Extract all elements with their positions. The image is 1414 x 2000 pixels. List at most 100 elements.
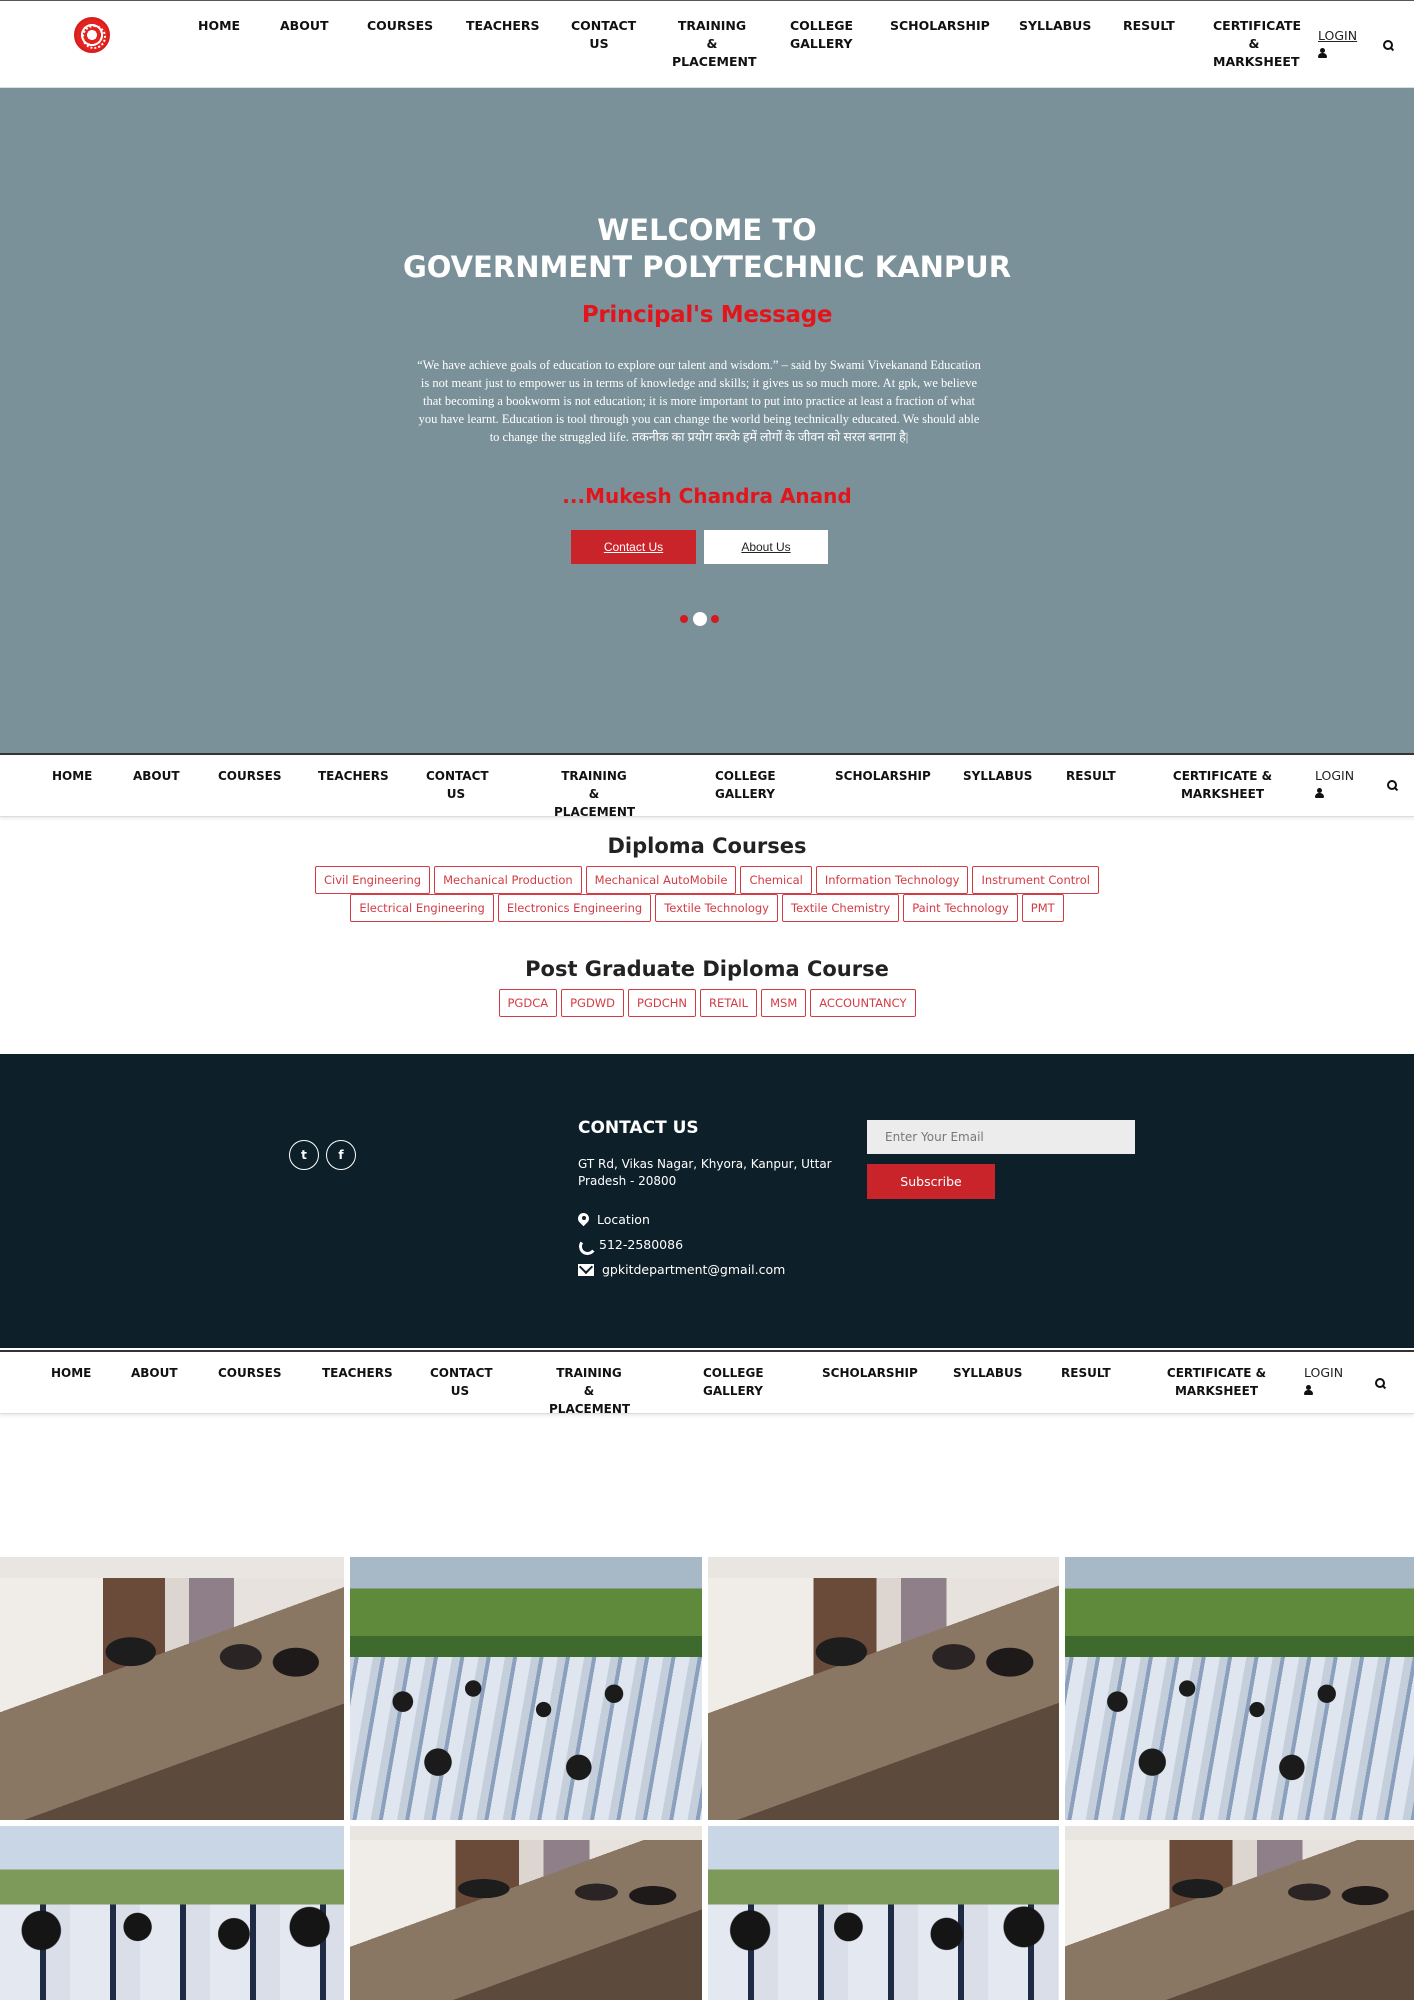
pg-diploma-title: Post Graduate Diploma Course: [525, 957, 889, 981]
login-link[interactable]: LOGIN: [1315, 767, 1354, 803]
course-tag[interactable]: PGDCA: [498, 989, 558, 1017]
login-link[interactable]: LOGIN: [1304, 1364, 1343, 1400]
carousel-dot-1[interactable]: [680, 615, 688, 623]
user-icon: [1318, 48, 1327, 58]
footer-location-row[interactable]: Location: [578, 1212, 650, 1227]
office-meeting-photo[interactable]: [350, 1826, 702, 2000]
carousel-dot-3[interactable]: [711, 615, 719, 623]
nav-certificate-marksheet[interactable]: CERTIFICATE & MARKSHEET: [1170, 767, 1275, 803]
nav-about[interactable]: ABOUT: [133, 767, 180, 785]
nav-contact-us[interactable]: CONTACT US: [426, 767, 489, 803]
nav-home[interactable]: HOME: [52, 767, 92, 785]
course-tag[interactable]: Paint Technology: [903, 894, 1018, 922]
twitter-icon[interactable]: t: [289, 1140, 319, 1170]
footer-location-label: Location: [597, 1212, 650, 1227]
nav-training-placement[interactable]: TRAINING & PLACEMENT: [672, 17, 756, 71]
nav-home[interactable]: HOME: [51, 1364, 91, 1382]
nav-syllabus[interactable]: SYLLABUS: [963, 767, 1032, 785]
course-tag[interactable]: RETAIL: [700, 989, 758, 1017]
office-meeting-photo[interactable]: [708, 1557, 1059, 1820]
carousel-dot-2-active[interactable]: [693, 612, 707, 626]
nav-result[interactable]: RESULT: [1061, 1364, 1111, 1382]
top-header: HOME ABOUT COURSES TEACHERS CONTACT US T…: [0, 0, 1414, 88]
course-tag[interactable]: PGDWD: [561, 989, 625, 1017]
contact-us-button[interactable]: Contact Us: [571, 530, 696, 564]
course-tag[interactable]: Information Technology: [815, 866, 969, 894]
principal-message-text: “We have achieve goals of education to e…: [417, 358, 981, 444]
user-icon: [1304, 1385, 1313, 1395]
course-tag[interactable]: MSM: [761, 989, 807, 1017]
login-link[interactable]: LOGIN: [1318, 27, 1357, 63]
students-group-photo[interactable]: [0, 1826, 344, 2000]
students-assembly-photo[interactable]: [350, 1557, 702, 1820]
nav-certificate-marksheet[interactable]: CERTIFICATE & MARKSHEET: [1213, 17, 1301, 71]
course-tag[interactable]: ACCOUNTANCY: [810, 989, 916, 1017]
search-icon[interactable]: [1375, 1378, 1386, 1389]
nav-contact-us[interactable]: CONTACT US: [571, 17, 636, 53]
subscribe-email-input[interactable]: [867, 1120, 1135, 1154]
nav-training-placement[interactable]: TRAINING & PLACEMENT: [554, 767, 635, 821]
carousel-indicators: [678, 612, 724, 626]
nav-about[interactable]: ABOUT: [280, 17, 329, 35]
mail-icon: [578, 1263, 594, 1276]
nav-syllabus[interactable]: SYLLABUS: [1019, 17, 1091, 35]
office-meeting-photo[interactable]: [1065, 1826, 1414, 2000]
students-assembly-photo[interactable]: [1065, 1557, 1414, 1820]
nav-courses[interactable]: COURSES: [218, 1364, 281, 1382]
office-meeting-photo[interactable]: [0, 1557, 344, 1820]
nav-courses[interactable]: COURSES: [218, 767, 281, 785]
pg-courses-row: PGDCA PGDWD PGDCHN RETAIL MSM ACCOUNTANC…: [0, 989, 1414, 1017]
nav-about[interactable]: ABOUT: [131, 1364, 178, 1382]
course-tag[interactable]: Chemical: [740, 866, 812, 894]
subscribe-button[interactable]: Subscribe: [867, 1164, 995, 1199]
login-label: LOGIN: [1304, 1365, 1344, 1380]
search-icon[interactable]: [1387, 780, 1398, 791]
nav-syllabus[interactable]: SYLLABUS: [953, 1364, 1022, 1382]
nav-training-placement[interactable]: TRAINING & PLACEMENT: [549, 1364, 630, 1418]
course-tag[interactable]: Textile Technology: [655, 894, 778, 922]
facebook-icon[interactable]: f: [326, 1140, 356, 1170]
nav-teachers[interactable]: TEACHERS: [322, 1364, 393, 1382]
sticky-nav-1: HOME ABOUT COURSES TEACHERS CONTACT US T…: [0, 753, 1414, 819]
nav-college-gallery[interactable]: COLLEGE GALLERY: [703, 1364, 764, 1400]
location-pin-icon: [578, 1213, 589, 1227]
nav-scholarship[interactable]: SCHOLARSHIP: [822, 1364, 918, 1382]
nav-certificate-marksheet[interactable]: CERTIFICATE & MARKSHEET: [1164, 1364, 1269, 1400]
course-tag[interactable]: Textile Chemistry: [782, 894, 900, 922]
nav-teachers[interactable]: TEACHERS: [466, 17, 540, 35]
course-tag[interactable]: Electrical Engineering: [350, 894, 494, 922]
students-group-photo[interactable]: [708, 1826, 1059, 2000]
phone-icon: [578, 1238, 591, 1251]
footer-phone-row[interactable]: 512-2580086: [578, 1237, 683, 1252]
nav-college-gallery[interactable]: COLLEGE GALLERY: [790, 17, 853, 53]
course-tag[interactable]: Mechanical AutoMobile: [585, 866, 737, 894]
course-tag[interactable]: PGDCHN: [628, 989, 697, 1017]
nav-contact-us[interactable]: CONTACT US: [430, 1364, 493, 1400]
diploma-courses-row-1: Civil Engineering Mechanical Production …: [0, 866, 1414, 894]
nav-result[interactable]: RESULT: [1123, 17, 1175, 35]
nav-teachers[interactable]: TEACHERS: [318, 767, 389, 785]
nav-scholarship[interactable]: SCHOLARSHIP: [890, 17, 990, 35]
hero-title: WELCOME TO GOVERNMENT POLYTECHNIC KANPUR: [0, 212, 1414, 286]
diploma-courses-row-2: Electrical Engineering Electronics Engin…: [0, 894, 1414, 922]
footer-phone: 512-2580086: [599, 1237, 684, 1252]
login-label: LOGIN: [1318, 28, 1358, 43]
nav-home[interactable]: HOME: [198, 17, 240, 35]
course-tag[interactable]: Mechanical Production: [434, 866, 582, 894]
nav-courses[interactable]: COURSES: [367, 17, 433, 35]
nav-result[interactable]: RESULT: [1066, 767, 1116, 785]
course-tag[interactable]: PMT: [1021, 894, 1064, 922]
search-icon[interactable]: [1383, 40, 1394, 51]
top-nav: HOME ABOUT COURSES TEACHERS CONTACT US T…: [0, 17, 1414, 77]
footer-contact-heading: CONTACT US: [578, 1118, 699, 1138]
footer-email-row[interactable]: gpkitdepartment@gmail.com: [578, 1262, 785, 1277]
nav-scholarship[interactable]: SCHOLARSHIP: [835, 767, 931, 785]
course-tag[interactable]: Civil Engineering: [315, 866, 431, 894]
about-us-button[interactable]: About Us: [704, 530, 828, 564]
diploma-courses-title: Diploma Courses: [607, 834, 807, 858]
course-tag[interactable]: Electronics Engineering: [497, 894, 652, 922]
course-tag[interactable]: Instrument Control: [972, 866, 1099, 894]
footer-address: GT Rd, Vikas Nagar, Khyora, Kanpur, Utta…: [578, 1157, 832, 1188]
hero-title-line1: WELCOME TO: [597, 213, 817, 247]
nav-college-gallery[interactable]: COLLEGE GALLERY: [715, 767, 776, 803]
